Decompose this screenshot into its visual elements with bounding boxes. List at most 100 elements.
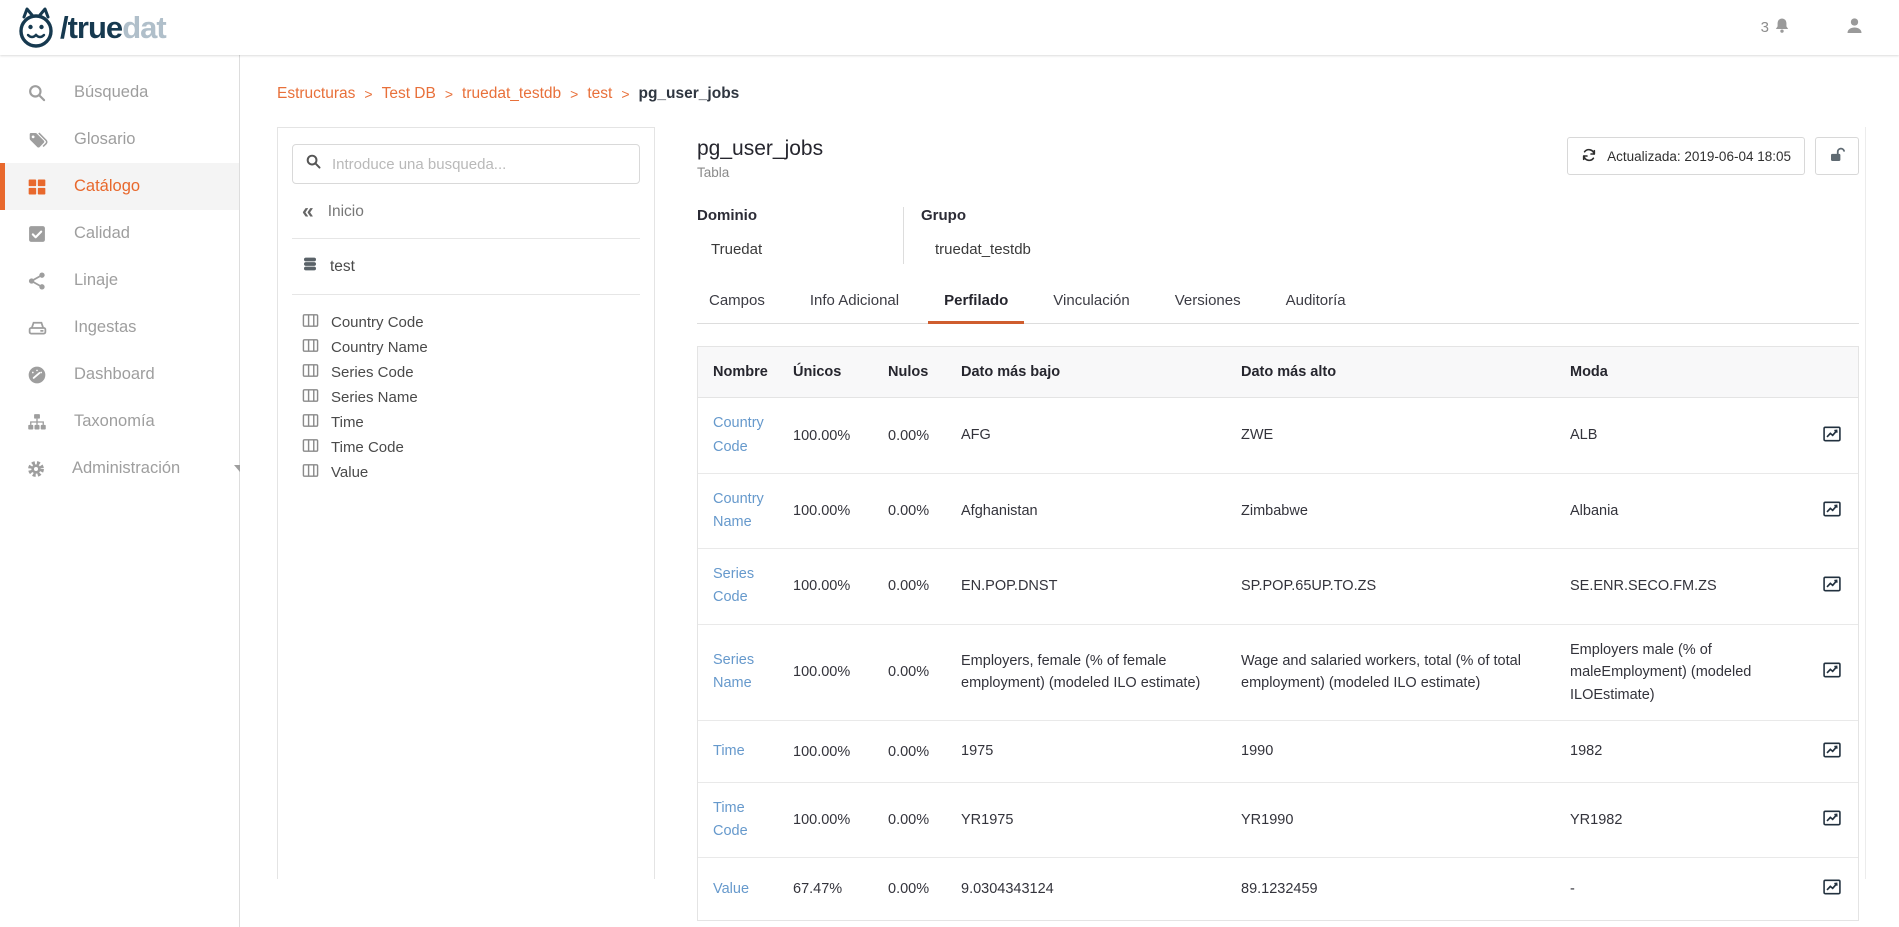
tree-search-input[interactable] bbox=[332, 156, 627, 173]
tab-auditoria[interactable]: Auditoría bbox=[1270, 292, 1362, 323]
breadcrumb-link-test[interactable]: test bbox=[587, 85, 612, 103]
chart-line-icon[interactable] bbox=[1822, 574, 1842, 598]
mode-cell: 1982 bbox=[1570, 726, 1822, 776]
sidebar-item-label: Dashboard bbox=[74, 365, 155, 384]
column-name-link[interactable]: Country Code bbox=[713, 412, 781, 458]
breadcrumb-current: pg_user_jobs bbox=[639, 85, 740, 103]
mode-cell: YR1982 bbox=[1570, 795, 1822, 845]
lowest-cell: EN.POP.DNST bbox=[961, 561, 1241, 611]
column-name-link[interactable]: Country Name bbox=[713, 488, 781, 534]
sidebar-item-label: Taxonomía bbox=[74, 412, 155, 431]
tree-item-column[interactable]: Country Name bbox=[302, 335, 640, 360]
chart-line-icon[interactable] bbox=[1822, 660, 1842, 684]
sidebar-item-label: Linaje bbox=[74, 271, 118, 290]
refresh-updated-button[interactable]: Actualizada: 2019-06-04 18:05 bbox=[1567, 137, 1805, 175]
column-name-link[interactable]: Value bbox=[713, 878, 749, 901]
tab-versiones[interactable]: Versiones bbox=[1159, 292, 1257, 323]
sidebar-item-glosario[interactable]: Glosario bbox=[0, 116, 239, 163]
header-nombre: Nombre bbox=[698, 350, 793, 394]
table-columns-icon bbox=[302, 438, 319, 457]
unique-cell: 100.00% bbox=[793, 489, 888, 533]
column-name-link[interactable]: Time bbox=[713, 740, 745, 763]
sidebar-item-busqueda[interactable]: Búsqueda bbox=[0, 69, 239, 116]
truedat-logo[interactable]: /truedat bbox=[14, 5, 166, 51]
chart-line-icon[interactable] bbox=[1822, 808, 1842, 832]
tree-item-column[interactable]: Series Code bbox=[302, 360, 640, 385]
tab-perfilado[interactable]: Perfilado bbox=[928, 292, 1024, 324]
notifications-button[interactable]: 3 bbox=[1761, 16, 1792, 40]
lowest-cell: YR1975 bbox=[961, 795, 1241, 845]
logo-text: /truedat bbox=[60, 12, 166, 43]
tree-item-column[interactable]: Series Name bbox=[302, 385, 640, 410]
notifications-count: 3 bbox=[1761, 19, 1769, 36]
breadcrumb-separator: > bbox=[621, 86, 629, 102]
header-unicos: Únicos bbox=[793, 350, 888, 394]
tree-column-label: Series Name bbox=[331, 389, 418, 406]
nulls-cell: 0.00% bbox=[888, 414, 961, 458]
topbar: /truedat 3 bbox=[0, 0, 1899, 55]
chart-line-icon[interactable] bbox=[1822, 740, 1842, 764]
nulls-cell: 0.00% bbox=[888, 489, 961, 533]
sidebar-item-administracion[interactable]: Administración bbox=[0, 445, 239, 492]
tree-item-column[interactable]: Time bbox=[302, 410, 640, 435]
tree-column-label: Time bbox=[331, 414, 364, 431]
sidebar-item-taxonomia[interactable]: Taxonomía bbox=[0, 398, 239, 445]
nulls-cell: 0.00% bbox=[888, 730, 961, 774]
breadcrumb-link-estructuras[interactable]: Estructuras bbox=[277, 85, 355, 103]
chart-line-icon[interactable] bbox=[1822, 877, 1842, 901]
sidebar-item-calidad[interactable]: Calidad bbox=[0, 210, 239, 257]
search-icon bbox=[305, 153, 322, 175]
tab-info-adicional[interactable]: Info Adicional bbox=[794, 292, 915, 323]
header-dato-mas-bajo: Dato más bajo bbox=[961, 347, 1241, 397]
table-row: Country Name 100.00% 0.00% Afghanistan Z… bbox=[698, 474, 1858, 549]
nulls-cell: 0.00% bbox=[888, 564, 961, 608]
column-name-link[interactable]: Series Name bbox=[713, 649, 781, 695]
main-panel: pg_user_jobs Tabla Actualizada: 2019-06-… bbox=[697, 127, 1866, 879]
tab-campos[interactable]: Campos bbox=[697, 292, 781, 323]
tree-column-label: Series Code bbox=[331, 364, 414, 381]
highest-cell: Zimbabwe bbox=[1241, 486, 1570, 536]
share-icon bbox=[26, 271, 48, 291]
tree-back-label: Inicio bbox=[328, 203, 364, 221]
lowest-cell: Employers, female (% of female employmen… bbox=[961, 636, 1241, 709]
unlock-button[interactable] bbox=[1815, 137, 1859, 175]
nulls-cell: 0.00% bbox=[888, 650, 961, 694]
double-chevron-left-icon: « bbox=[302, 205, 314, 219]
tree-item-column[interactable]: Country Code bbox=[302, 310, 640, 335]
user-menu-button[interactable] bbox=[1844, 15, 1865, 41]
check-square-icon bbox=[26, 224, 48, 244]
database-icon bbox=[302, 256, 318, 277]
sidebar-item-label: Administración bbox=[72, 459, 180, 478]
chart-line-icon[interactable] bbox=[1822, 424, 1842, 448]
breadcrumb-separator: > bbox=[445, 86, 453, 102]
tree-item-column[interactable]: Value bbox=[302, 460, 640, 485]
tree-columns-list: Country Code Country Name Series Code Se… bbox=[292, 295, 640, 485]
mode-cell: SE.ENR.SECO.FM.ZS bbox=[1570, 561, 1822, 611]
column-name-link[interactable]: Series Code bbox=[713, 563, 781, 609]
tab-vinculacion[interactable]: Vinculación bbox=[1037, 292, 1145, 323]
highest-cell: SP.POP.65UP.TO.ZS bbox=[1241, 561, 1570, 611]
column-name-link[interactable]: Time Code bbox=[713, 797, 781, 843]
table-columns-icon bbox=[302, 313, 319, 332]
tree-search-box bbox=[292, 144, 640, 184]
page-title: pg_user_jobs bbox=[697, 137, 823, 161]
breadcrumb-link-testdb[interactable]: Test DB bbox=[382, 85, 436, 103]
chart-line-icon[interactable] bbox=[1822, 499, 1842, 523]
breadcrumb: Estructuras > Test DB > truedat_testdb >… bbox=[277, 85, 1899, 103]
highest-cell: YR1990 bbox=[1241, 795, 1570, 845]
tree-item-test[interactable]: test bbox=[292, 239, 640, 294]
tree-item-column[interactable]: Time Code bbox=[302, 435, 640, 460]
sidebar-item-linaje[interactable]: Linaje bbox=[0, 257, 239, 304]
refresh-icon bbox=[1581, 147, 1597, 166]
structure-tree-panel: « Inicio test Country Code Country Name bbox=[277, 127, 655, 879]
sidebar-item-catalogo[interactable]: Catálogo bbox=[0, 163, 239, 210]
unique-cell: 100.00% bbox=[793, 650, 888, 694]
updated-label: Actualizada: 2019-06-04 18:05 bbox=[1607, 149, 1791, 164]
breadcrumb-link-truedat-testdb[interactable]: truedat_testdb bbox=[462, 85, 561, 103]
tree-back-inicio[interactable]: « Inicio bbox=[292, 184, 640, 238]
unique-cell: 100.00% bbox=[793, 564, 888, 608]
sidebar-item-dashboard[interactable]: Dashboard bbox=[0, 351, 239, 398]
lowest-cell: 9.0304343124 bbox=[961, 864, 1241, 914]
sidebar-item-ingestas[interactable]: Ingestas bbox=[0, 304, 239, 351]
breadcrumb-separator: > bbox=[570, 86, 578, 102]
